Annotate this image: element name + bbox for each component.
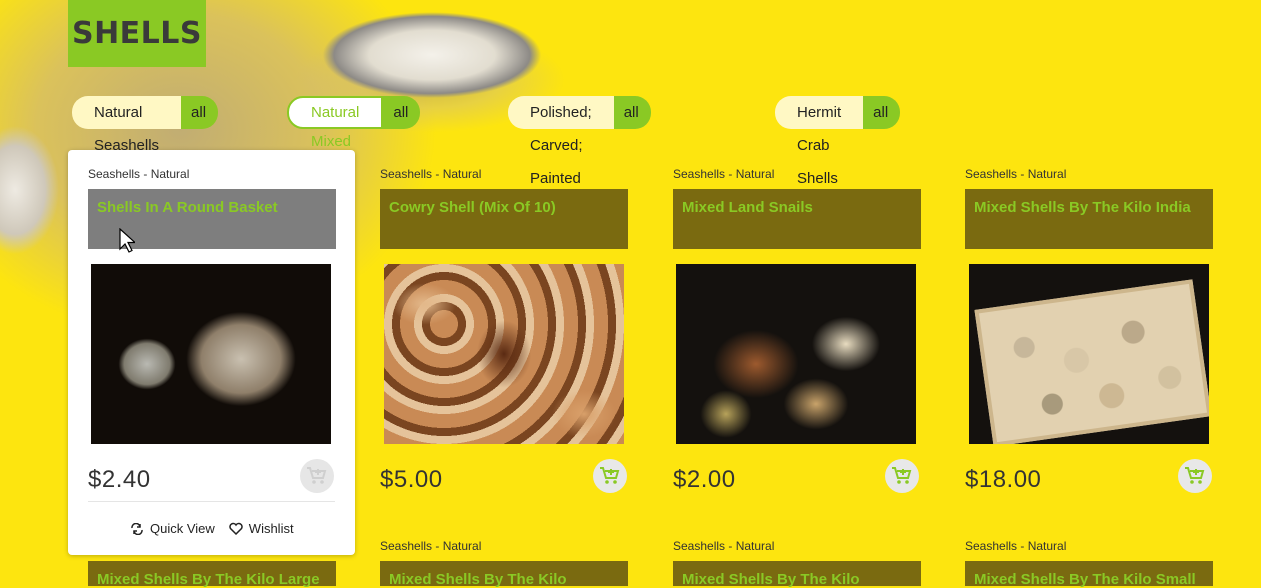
product-image[interactable] <box>384 264 624 444</box>
page-title: SHELLS <box>71 16 203 51</box>
product-category: Seashells - Natural <box>673 539 775 553</box>
filter-natural-mixed-bag: Natural Mixed Bag all <box>287 96 421 179</box>
filter-all-button[interactable]: all <box>383 96 421 129</box>
product-image[interactable] <box>969 264 1209 444</box>
shell-box <box>974 279 1209 444</box>
heart-icon <box>229 522 243 535</box>
product-name[interactable]: Mixed Shells By The Kilo <box>380 561 628 588</box>
quick-view-icon <box>131 522 143 535</box>
filter-all-button[interactable]: all <box>181 96 219 129</box>
product-category: Seashells - Natural <box>380 167 482 181</box>
wishlist-label: Wishlist <box>248 521 294 536</box>
quick-view-button[interactable]: Quick View <box>130 521 215 536</box>
divider <box>88 501 335 502</box>
add-to-cart-icon <box>307 467 327 484</box>
filter-polished-carved-painted: Polished; Carved; Painted all <box>508 96 651 187</box>
mouse-cursor-icon <box>119 228 135 253</box>
product-price: $5.00 <box>380 466 443 493</box>
wishlist-button[interactable]: Wishlist <box>229 521 294 536</box>
product-name[interactable]: Mixed Land Snails <box>673 189 921 249</box>
add-to-cart-icon <box>892 467 912 484</box>
add-to-cart-button[interactable] <box>1178 459 1212 493</box>
filter-label[interactable]: Polished; Carved; Painted <box>508 96 614 187</box>
product-category: Seashells - Natural <box>88 167 190 181</box>
product-name[interactable]: Mixed Shells By The Kilo Small <box>965 561 1213 588</box>
filter-natural-seashells: Natural Seashells all <box>72 96 219 154</box>
product-name[interactable]: Mixed Shells By The Kilo <box>673 561 921 588</box>
filter-all-button[interactable]: all <box>863 96 901 129</box>
card-actions: Quick View Wishlist <box>130 521 294 536</box>
add-to-cart-button[interactable] <box>885 459 919 493</box>
product-image[interactable] <box>91 264 331 444</box>
product-name[interactable]: Mixed Shells By The Kilo Large <box>88 561 336 588</box>
filter-hermit-crab-shells: Hermit Crab Shells all <box>775 96 901 187</box>
page-title-box: SHELLS <box>68 0 206 67</box>
add-to-cart-icon <box>1185 467 1205 484</box>
product-category: Seashells - Natural <box>380 539 482 553</box>
product-price: $2.00 <box>673 466 736 493</box>
add-to-cart-button[interactable] <box>593 459 627 493</box>
filter-label[interactable]: Hermit Crab Shells <box>775 96 864 187</box>
filter-label[interactable]: Natural Seashells <box>72 96 182 154</box>
product-category: Seashells - Natural <box>673 167 775 181</box>
product-price: $18.00 <box>965 466 1042 493</box>
product-category: Seashells - Natural <box>965 539 1067 553</box>
add-to-cart-button[interactable] <box>300 459 334 493</box>
quick-view-label: Quick View <box>150 521 215 536</box>
product-image[interactable] <box>676 264 916 444</box>
product-price: $2.40 <box>88 466 151 493</box>
add-to-cart-icon <box>600 467 620 484</box>
filter-all-button[interactable]: all <box>613 96 651 129</box>
product-name[interactable]: Cowry Shell (Mix Of 10) <box>380 189 628 249</box>
product-category: Seashells - Natural <box>965 167 1067 181</box>
filter-label[interactable]: Natural Mixed Bag <box>287 96 384 179</box>
product-name[interactable]: Mixed Shells By The Kilo India <box>965 189 1213 249</box>
